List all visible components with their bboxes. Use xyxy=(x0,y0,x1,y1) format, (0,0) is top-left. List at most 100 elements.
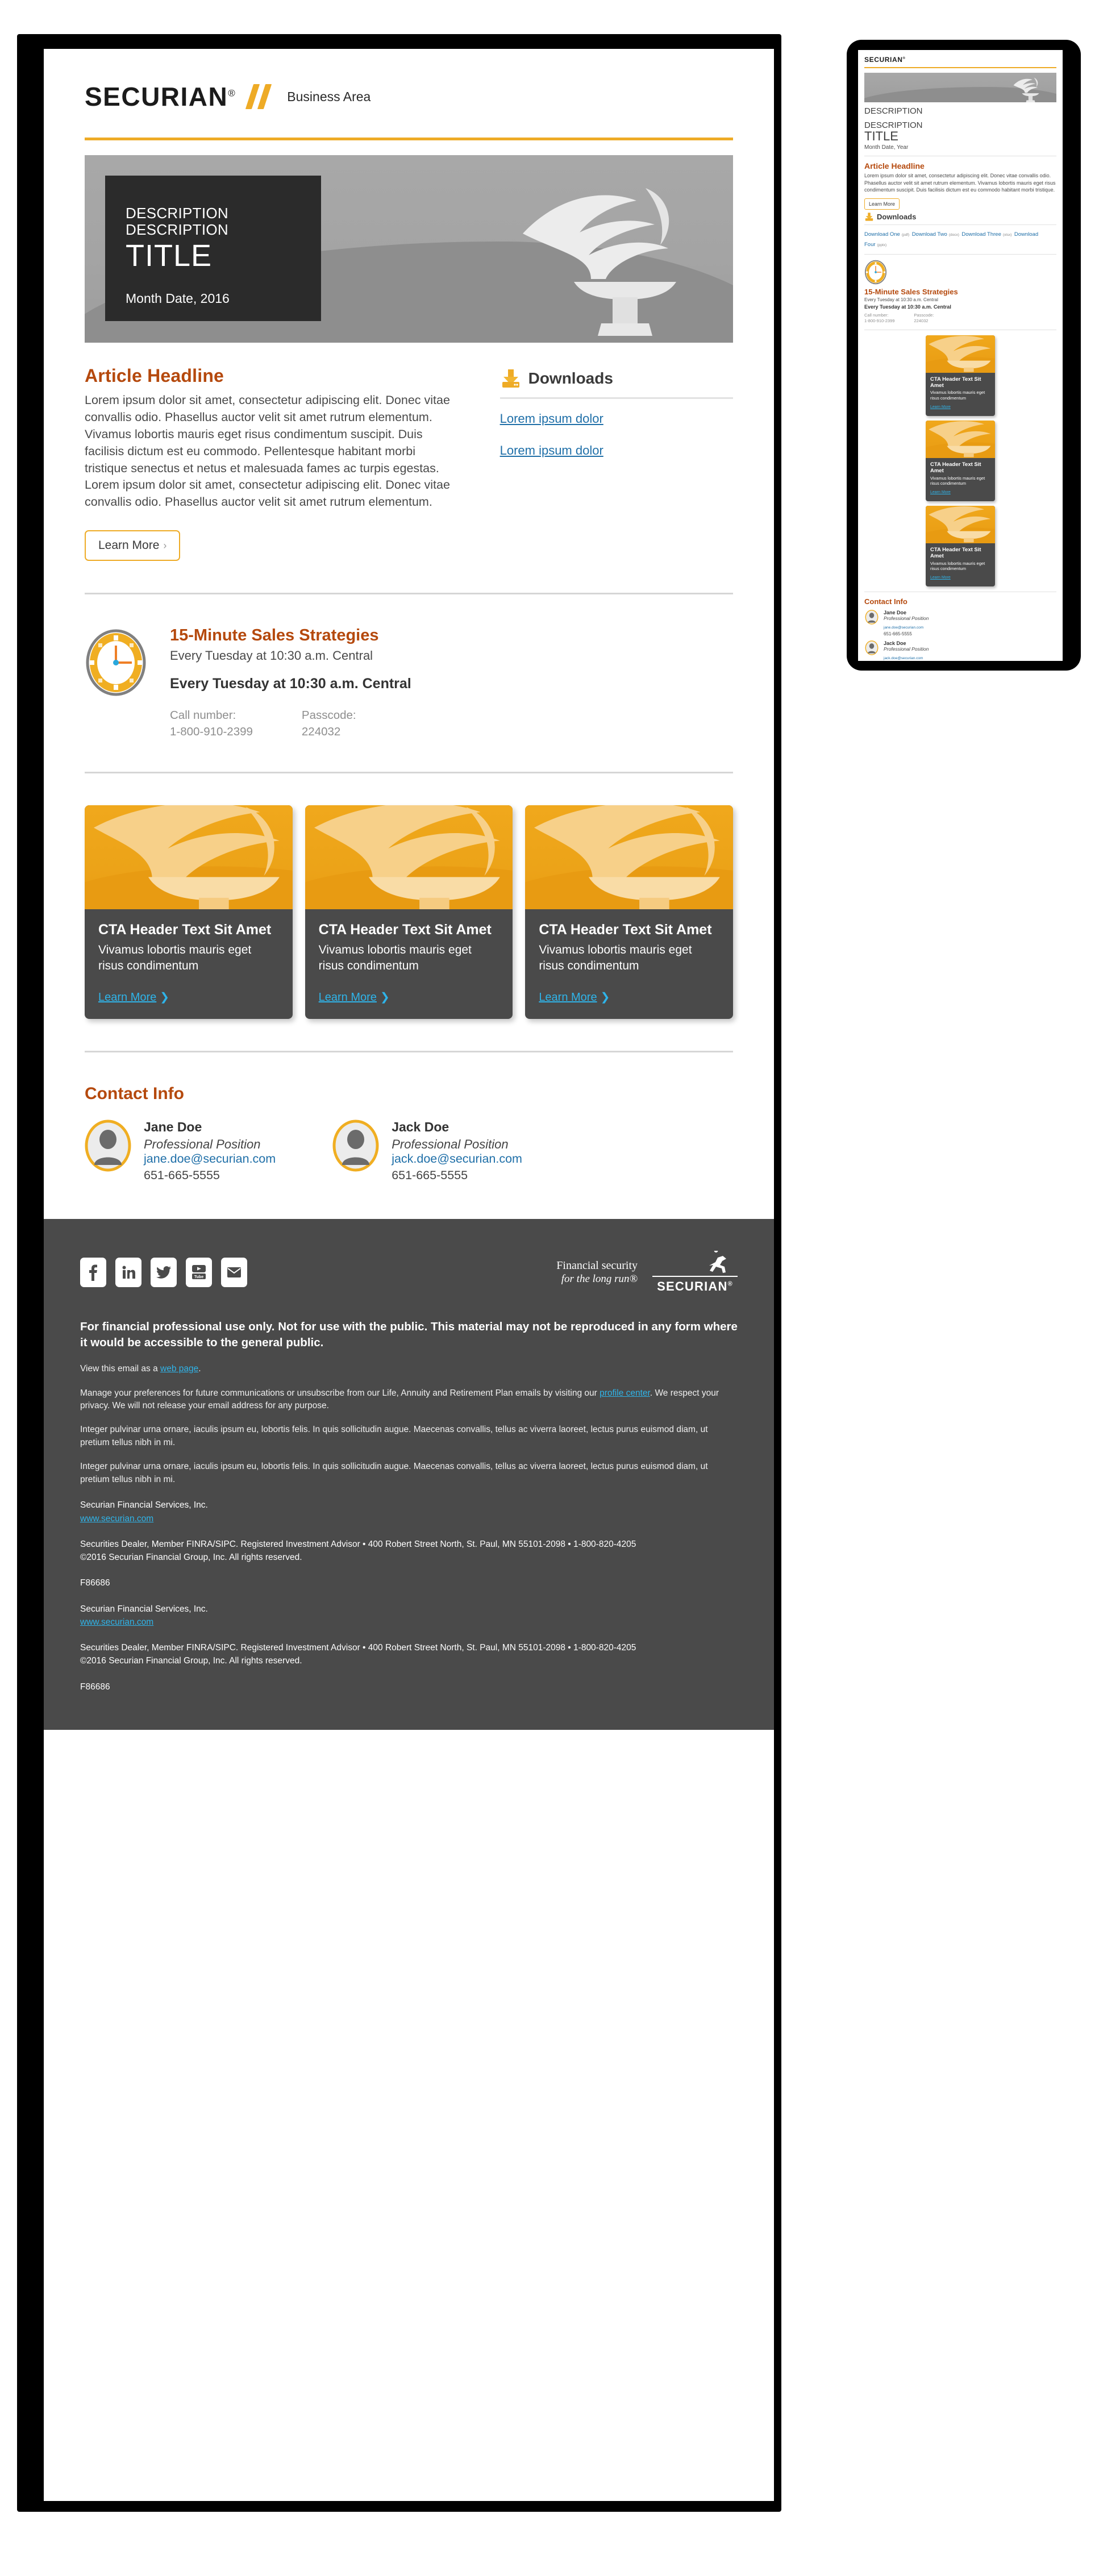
cta-card-body: Vivamus lobortis mauris eget risus condi… xyxy=(98,943,252,972)
downloads-title: Downloads xyxy=(528,369,613,387)
cta-learn-more-link[interactable]: Learn More ❯ xyxy=(319,990,390,1004)
cta-card-row: CTA Header Text Sit Amet Vivamus loborti… xyxy=(85,805,733,1019)
mobile-cta-link[interactable]: Learn More xyxy=(930,490,951,494)
footer-website-link[interactable]: www.securian.com xyxy=(80,1514,153,1524)
mobile-cta-card[interactable]: CTA Header Text Sit Amet Vivamus loborti… xyxy=(926,506,995,587)
mobile-device-frame: SECURIAN® DESCRIPTION DESCRIPTION TITLE xyxy=(847,40,1081,671)
facebook-icon[interactable] xyxy=(80,1257,106,1287)
cta-card-body: Vivamus lobortis mauris eget risus condi… xyxy=(539,943,692,972)
mobile-divider xyxy=(864,253,1056,255)
contact-role: Professional Position xyxy=(144,1137,261,1151)
footer-company-block-repeat: Securian Financial Services, Inc. www.se… xyxy=(80,1603,738,1629)
mobile-contact-phone: 651-665-5555 xyxy=(884,631,912,637)
torch-flame-icon xyxy=(926,506,995,544)
view-prefix: View this email as a xyxy=(80,1364,160,1374)
mobile-hero-date: Month Date, Year xyxy=(864,144,909,151)
footer-website-link-repeat[interactable]: www.securian.com xyxy=(80,1617,153,1627)
mobile-download-label: Download Three xyxy=(961,231,1001,238)
mobile-sales-schedule: Every Tuesday at 10:30 a.m. Central xyxy=(864,304,951,310)
mobile-download-label: Download One xyxy=(864,231,900,238)
sales-title: 15-Minute Sales Strategies xyxy=(170,626,379,645)
linkedin-icon[interactable] xyxy=(115,1257,141,1287)
profile-center-link[interactable]: profile center xyxy=(600,1388,650,1398)
email-icon[interactable] xyxy=(221,1257,247,1287)
footer-view-web-line: View this email as a web page. xyxy=(80,1363,738,1375)
mobile-cta-card-image xyxy=(926,421,995,459)
cta-learn-more-label: Learn More xyxy=(98,991,157,1004)
mobile-cta-link[interactable]: Learn More xyxy=(930,405,951,409)
cta-card-image xyxy=(525,805,733,910)
footer-legal-block-repeat: Securities Dealer, Member FINRA/SIPC. Re… xyxy=(80,1641,738,1668)
cta-card[interactable]: CTA Header Text Sit Amet Vivamus loborti… xyxy=(85,805,293,1019)
contact-role: Professional Position xyxy=(392,1137,509,1151)
download-link[interactable]: Lorem ipsum dolor xyxy=(500,443,733,458)
cta-learn-more-link[interactable]: Learn More ❯ xyxy=(98,990,169,1004)
footer-company-name-repeat: Securian Financial Services, Inc. xyxy=(80,1604,208,1614)
twitter-icon[interactable] xyxy=(151,1257,177,1287)
mobile-contact-email[interactable]: jack.doe@securian.com xyxy=(884,656,923,660)
business-area-label: Business Area xyxy=(287,89,371,104)
torch-flame-icon xyxy=(305,805,513,910)
cta-card[interactable]: CTA Header Text Sit Amet Vivamus loborti… xyxy=(525,805,733,1019)
mobile-hero-banner xyxy=(864,73,1056,102)
cta-card[interactable]: CTA Header Text Sit Amet Vivamus loborti… xyxy=(305,805,513,1019)
mobile-download-link[interactable]: Download One (pdf) xyxy=(864,231,909,238)
mobile-download-ext: (docx) xyxy=(948,232,959,237)
avatar xyxy=(865,610,879,625)
mobile-downloads-divider xyxy=(864,224,1056,225)
torch-flame-icon xyxy=(926,335,995,373)
passcode-label: Passcode: xyxy=(301,709,356,722)
mobile-cta-card[interactable]: CTA Header Text Sit Amet Vivamus loborti… xyxy=(926,421,995,502)
mobile-contact-card: Jane Doe Professional Position jane.doe@… xyxy=(864,610,1056,636)
registered-mark: ® xyxy=(228,88,236,99)
mobile-sales-subtitle: Every Tuesday at 10:30 a.m. Central xyxy=(864,297,938,303)
email-template-mockup: SECURIAN® Business Area DESCRIPTION DESC… xyxy=(0,0,1099,2576)
downloads-header: Downloads xyxy=(500,368,733,389)
mobile-cta-header: CTA Header Text Sit Amet xyxy=(930,376,981,389)
contact-email-link[interactable]: jane.doe@securian.com xyxy=(144,1152,276,1166)
hero-description-line-2: DESCRIPTION xyxy=(126,221,228,239)
footer-company-name: Securian Financial Services, Inc. xyxy=(80,1500,208,1510)
mobile-download-link[interactable]: Download Three (xlsx) xyxy=(961,231,1011,238)
email-header: SECURIAN® Business Area xyxy=(85,49,733,134)
mobile-passcode-value: 224032 xyxy=(914,318,929,324)
social-links: Tube xyxy=(80,1257,247,1287)
footer-securian-logo: SECURIAN® xyxy=(652,1250,738,1294)
footer-legal-line-1-repeat: Securities Dealer, Member FINRA/SIPC. Re… xyxy=(80,1643,636,1653)
contact-info-section: Contact Info Jane Doe Professional Posit… xyxy=(85,1084,733,1183)
avatar xyxy=(332,1120,379,1172)
mobile-download-ext: (pptx) xyxy=(877,243,887,247)
section-divider xyxy=(85,1050,733,1052)
contact-phone: 651-665-5555 xyxy=(144,1168,220,1182)
mobile-cta-card[interactable]: CTA Header Text Sit Amet Vivamus loborti… xyxy=(926,335,995,417)
cta-learn-more-link[interactable]: Learn More ❯ xyxy=(539,990,610,1004)
footer-legal-line-1: Securities Dealer, Member FINRA/SIPC. Re… xyxy=(80,1539,636,1549)
mobile-email-page: SECURIAN® DESCRIPTION DESCRIPTION TITLE xyxy=(858,50,1063,661)
footer-manage-preferences: Manage your preferences for future commu… xyxy=(80,1387,738,1413)
cta-learn-more-label: Learn More xyxy=(318,991,377,1004)
passcode-value: 224032 xyxy=(301,725,341,739)
contact-email-link[interactable]: jack.doe@securian.com xyxy=(392,1152,522,1166)
torch-flame-icon xyxy=(926,421,995,459)
learn-more-button[interactable]: Learn More › xyxy=(85,530,181,561)
web-page-link[interactable]: web page xyxy=(160,1364,198,1374)
footer-legal-line-2: ©2016 Securian Financial Group, Inc. All… xyxy=(80,1553,302,1563)
footer-lorem-1: Integer pulvinar urna ornare, iaculis ip… xyxy=(80,1425,708,1447)
mobile-logo-text: SECURIAN xyxy=(864,56,903,64)
runner-icon xyxy=(709,1250,726,1273)
sales-strategies-section: 15-Minute Sales Strategies Every Tuesday… xyxy=(85,626,733,740)
footer-company-block: Securian Financial Services, Inc. www.se… xyxy=(80,1499,738,1525)
footer-legal-line-2-repeat: ©2016 Securian Financial Group, Inc. All… xyxy=(80,1656,302,1666)
mobile-contact-name: Jack Doe xyxy=(884,640,906,647)
mobile-cta-link[interactable]: Learn More xyxy=(930,576,951,580)
mobile-contact-email[interactable]: jane.doe@securian.com xyxy=(884,626,923,630)
youtube-icon[interactable]: Tube xyxy=(186,1257,212,1287)
contact-name: Jane Doe xyxy=(144,1119,202,1134)
chevron-right-icon: ❯ xyxy=(380,991,390,1004)
footer-logo-text: SECURIAN xyxy=(657,1279,728,1293)
mobile-download-link[interactable]: Download Two (docx) xyxy=(912,231,959,238)
download-link[interactable]: Lorem ipsum dolor xyxy=(500,411,733,426)
download-icon xyxy=(865,213,873,221)
mobile-learn-more-button[interactable]: Learn More xyxy=(864,198,900,210)
footer-lorem-2: Integer pulvinar urna ornare, iaculis ip… xyxy=(80,1462,708,1484)
